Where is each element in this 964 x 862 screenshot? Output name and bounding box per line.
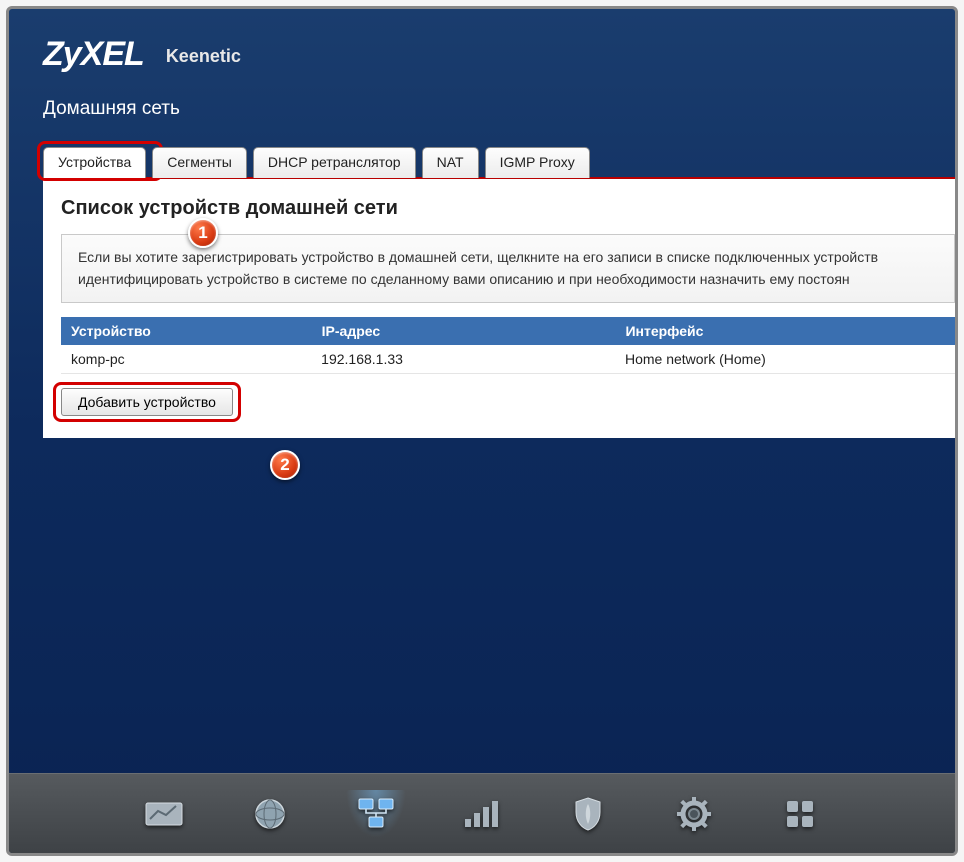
- tab-nat[interactable]: NAT: [422, 147, 479, 178]
- add-device-button[interactable]: Добавить устройство: [61, 388, 233, 416]
- bottom-dock: [9, 773, 955, 853]
- col-header-ip: IP-адрес: [311, 317, 615, 345]
- brand-logo: ZyXEL: [43, 35, 144, 74]
- graph-icon[interactable]: [134, 790, 194, 838]
- apps-icon[interactable]: [770, 790, 830, 838]
- cell-ip: 192.168.1.33: [311, 345, 615, 374]
- tab-segments[interactable]: Сегменты: [152, 147, 247, 178]
- col-header-device: Устройство: [61, 317, 311, 345]
- annotation-badge-2: 2: [270, 450, 300, 480]
- devices-table: Устройство IP-адрес Интерфейс komp-pc 19…: [61, 317, 955, 374]
- cell-device: komp-pc: [61, 345, 311, 374]
- cell-interface: Home network (Home): [615, 345, 955, 374]
- signal-icon[interactable]: [452, 790, 512, 838]
- table-row[interactable]: komp-pc 192.168.1.33 Home network (Home): [61, 345, 955, 374]
- section-heading: Список устройств домашней сети: [43, 197, 955, 234]
- col-header-interface: Интерфейс: [615, 317, 955, 345]
- tabs-row: Устройства Сегменты DHCP ретранслятор NA…: [9, 128, 955, 177]
- page-title: Домашняя сеть: [43, 98, 921, 120]
- globe-icon[interactable]: [240, 790, 300, 838]
- annotation-badge-1: 1: [188, 218, 218, 248]
- tab-devices[interactable]: Устройства: [43, 147, 146, 178]
- shield-icon[interactable]: [558, 790, 618, 838]
- network-icon[interactable]: [346, 790, 406, 838]
- tab-dhcp-relay[interactable]: DHCP ретранслятор: [253, 147, 416, 178]
- tab-igmp-proxy[interactable]: IGMP Proxy: [485, 147, 590, 178]
- content-panel: Список устройств домашней сети Если вы х…: [43, 177, 955, 438]
- brand-product: Keenetic: [166, 46, 241, 67]
- gear-icon[interactable]: [664, 790, 724, 838]
